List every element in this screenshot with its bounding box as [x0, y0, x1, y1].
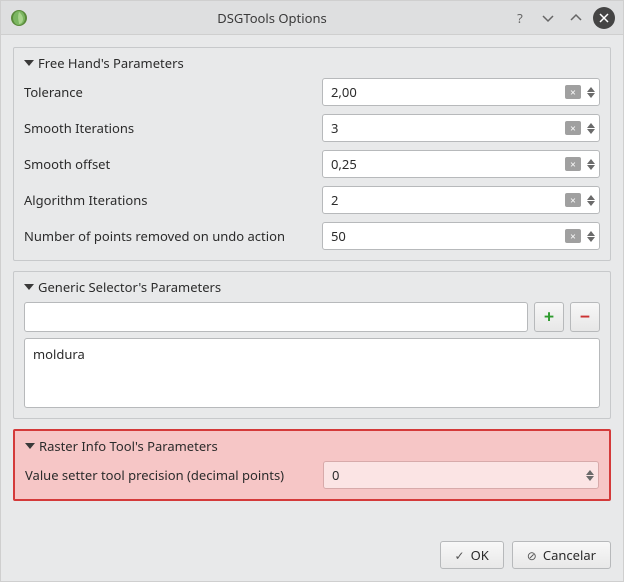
generic-selector-group: Generic Selector's Parameters + − moldur… [13, 271, 611, 419]
smooth-offset-label: Smooth offset [24, 155, 314, 173]
spinner-buttons[interactable] [587, 123, 595, 134]
options-dialog: DSGTools Options ? Free Hand's Parameter… [0, 0, 624, 582]
generic-selector-title: Generic Selector's Parameters [38, 278, 221, 296]
close-button[interactable] [593, 7, 615, 29]
chevron-up-icon [587, 87, 595, 92]
cancel-icon: ⊘ [527, 547, 537, 564]
spinner-buttons[interactable] [587, 195, 595, 206]
smooth-iterations-spinbox[interactable]: 3 × [322, 114, 600, 142]
chevron-up-icon [587, 195, 595, 200]
raster-title: Raster Info Tool's Parameters [39, 437, 218, 455]
raster-precision-value: 0 [332, 466, 584, 484]
app-icon [9, 8, 29, 28]
chevron-down-icon [587, 129, 595, 134]
raster-header[interactable]: Raster Info Tool's Parameters [25, 437, 599, 455]
raster-precision-spinbox[interactable]: 0 [323, 461, 599, 489]
help-button[interactable]: ? [509, 7, 531, 29]
freehand-header[interactable]: Free Hand's Parameters [24, 54, 600, 72]
generic-selector-input[interactable] [24, 302, 528, 332]
algorithm-iterations-row: Algorithm Iterations 2 × [24, 186, 600, 214]
check-icon: ✓ [455, 547, 465, 564]
maximize-button[interactable] [565, 7, 587, 29]
smooth-iterations-value: 3 [331, 119, 565, 137]
freehand-fields: Tolerance 2,00 × Smooth Iterations 3 [24, 78, 600, 250]
raster-precision-row: Value setter tool precision (decimal poi… [25, 461, 599, 489]
tolerance-spinbox[interactable]: 2,00 × [322, 78, 600, 106]
smooth-offset-value: 0,25 [331, 155, 565, 173]
smooth-iterations-row: Smooth Iterations 3 × [24, 114, 600, 142]
chevron-up-icon [587, 123, 595, 128]
cancel-button[interactable]: ⊘ Cancelar [512, 541, 611, 569]
minus-icon: − [580, 305, 590, 329]
clear-icon[interactable]: × [565, 193, 581, 207]
generic-selector-input-row: + − [24, 302, 600, 332]
chevron-down-icon [587, 237, 595, 242]
plus-icon: + [544, 305, 554, 329]
smooth-iterations-label: Smooth Iterations [24, 119, 314, 137]
undo-points-label: Number of points removed on undo action [24, 227, 314, 245]
chevron-down-icon [586, 476, 594, 481]
algorithm-iterations-spinbox[interactable]: 2 × [322, 186, 600, 214]
minimize-button[interactable] [537, 7, 559, 29]
freehand-group: Free Hand's Parameters Tolerance 2,00 × [13, 47, 611, 261]
smooth-offset-spinbox[interactable]: 0,25 × [322, 150, 600, 178]
add-button[interactable]: + [534, 302, 564, 332]
undo-points-row: Number of points removed on undo action … [24, 222, 600, 250]
clear-icon[interactable]: × [565, 229, 581, 243]
window-title: DSGTools Options [35, 9, 509, 27]
chevron-up-icon [587, 159, 595, 164]
undo-points-value: 50 [331, 227, 565, 245]
spinner-buttons[interactable] [587, 87, 595, 98]
spinner-buttons[interactable] [587, 159, 595, 170]
chevron-down-icon [587, 201, 595, 206]
chevron-down-icon [24, 284, 34, 290]
ok-label: OK [471, 546, 489, 564]
cancel-label: Cancelar [543, 546, 596, 564]
clear-icon[interactable]: × [565, 85, 581, 99]
spinner-buttons[interactable] [587, 231, 595, 242]
chevron-down-icon [587, 165, 595, 170]
dialog-footer: ✓ OK ⊘ Cancelar [1, 541, 623, 581]
generic-selector-list[interactable]: moldura [24, 338, 600, 408]
dialog-content: Free Hand's Parameters Tolerance 2,00 × [1, 35, 623, 541]
smooth-offset-row: Smooth offset 0,25 × [24, 150, 600, 178]
list-item[interactable]: moldura [33, 345, 591, 363]
raster-precision-label: Value setter tool precision (decimal poi… [25, 466, 315, 484]
chevron-down-icon [24, 60, 34, 66]
window-controls: ? [509, 7, 615, 29]
remove-button[interactable]: − [570, 302, 600, 332]
undo-points-spinbox[interactable]: 50 × [322, 222, 600, 250]
tolerance-row: Tolerance 2,00 × [24, 78, 600, 106]
tolerance-label: Tolerance [24, 83, 314, 101]
chevron-down-icon [25, 443, 35, 449]
clear-icon[interactable]: × [565, 121, 581, 135]
clear-icon[interactable]: × [565, 157, 581, 171]
generic-selector-header[interactable]: Generic Selector's Parameters [24, 278, 600, 296]
tolerance-value: 2,00 [331, 83, 565, 101]
titlebar: DSGTools Options ? [1, 1, 623, 35]
chevron-down-icon [587, 93, 595, 98]
chevron-up-icon [586, 470, 594, 475]
raster-group: Raster Info Tool's Parameters Value sett… [13, 429, 611, 501]
freehand-title: Free Hand's Parameters [38, 54, 184, 72]
ok-button[interactable]: ✓ OK [440, 541, 504, 569]
spinner-buttons[interactable] [586, 470, 594, 481]
algorithm-iterations-label: Algorithm Iterations [24, 191, 314, 209]
algorithm-iterations-value: 2 [331, 191, 565, 209]
chevron-up-icon [587, 231, 595, 236]
